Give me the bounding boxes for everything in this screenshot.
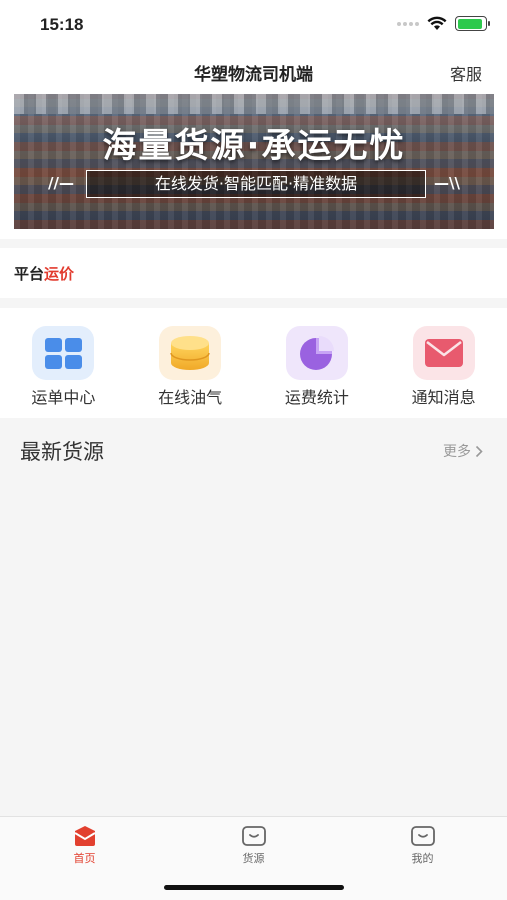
oil-barrel-icon: [159, 326, 222, 380]
cellular-signal-icon: [397, 21, 419, 26]
quick-menu: 运单中心 在线油气 运费统计 通知消息: [0, 308, 507, 418]
latest-cargo-section: 最新货源 更多: [0, 418, 507, 816]
banner-image[interactable]: 海量货源·承运无忧 //— 在线发货·智能匹配·精准数据 —\\: [14, 94, 494, 229]
menu-item-label: 通知消息: [411, 388, 476, 407]
menu-item-label: 在线油气: [158, 388, 223, 407]
more-label: 更多: [443, 444, 471, 460]
grid-icon: [32, 326, 95, 380]
more-cargo-link[interactable]: 更多: [443, 441, 483, 461]
banner-section: 海量货源·承运无忧 //— 在线发货·智能匹配·精准数据 —\\: [0, 92, 507, 239]
banner-cranes-decoration: [14, 94, 494, 114]
pie-chart-icon: [285, 326, 348, 380]
platform-price-title: 平台运价: [14, 263, 74, 284]
customer-service-button[interactable]: 客服: [450, 61, 482, 85]
battery-level: [457, 18, 482, 29]
price-title-part1: 平台: [14, 265, 45, 283]
home-indicator[interactable]: [164, 885, 344, 890]
banner-deco-left: //—: [48, 174, 74, 192]
tab-label: 货源: [242, 852, 265, 865]
menu-item-notifications[interactable]: 通知消息: [380, 308, 507, 418]
profile-icon: [410, 826, 435, 846]
battery-icon: [455, 16, 490, 31]
home-icon: [73, 826, 96, 846]
platform-price-section[interactable]: 平台运价: [0, 248, 507, 298]
menu-item-waybill-center[interactable]: 运单中心: [0, 308, 127, 418]
envelope-icon: [412, 326, 475, 380]
banner-headline: 海量货源·承运无忧: [102, 126, 406, 166]
status-bar: 15:18: [0, 0, 507, 52]
banner-deco-right: —\\: [434, 174, 460, 192]
latest-cargo-title: 最新货源: [20, 440, 104, 464]
nav-bar: 华塑物流司机端 客服: [0, 52, 507, 92]
banner-subtitle: 在线发货·智能匹配·精准数据: [86, 170, 426, 198]
tab-home[interactable]: 首页: [0, 817, 169, 900]
chevron-right-icon: [475, 445, 483, 457]
menu-item-online-fuel[interactable]: 在线油气: [127, 308, 254, 418]
status-indicators: [397, 16, 490, 31]
status-time: 15:18: [40, 15, 84, 34]
cargo-icon: [241, 826, 266, 846]
price-title-part2: 运价: [44, 265, 75, 283]
menu-item-freight-stats[interactable]: 运费统计: [254, 308, 381, 418]
menu-item-label: 运单中心: [31, 388, 96, 407]
menu-item-label: 运费统计: [284, 388, 349, 407]
page-title: 华塑物流司机端: [194, 65, 313, 85]
tab-profile[interactable]: 我的: [338, 817, 507, 900]
tab-label: 首页: [73, 852, 96, 865]
tab-label: 我的: [411, 852, 434, 865]
wifi-icon: [427, 16, 447, 30]
